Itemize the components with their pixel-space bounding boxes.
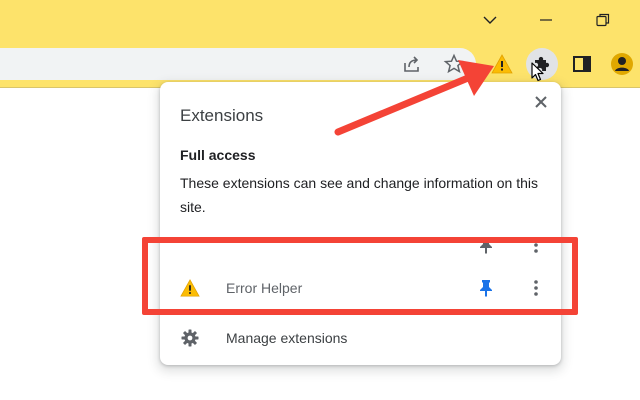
mouse-cursor-icon xyxy=(531,62,544,82)
annotation-arrow xyxy=(334,60,494,136)
